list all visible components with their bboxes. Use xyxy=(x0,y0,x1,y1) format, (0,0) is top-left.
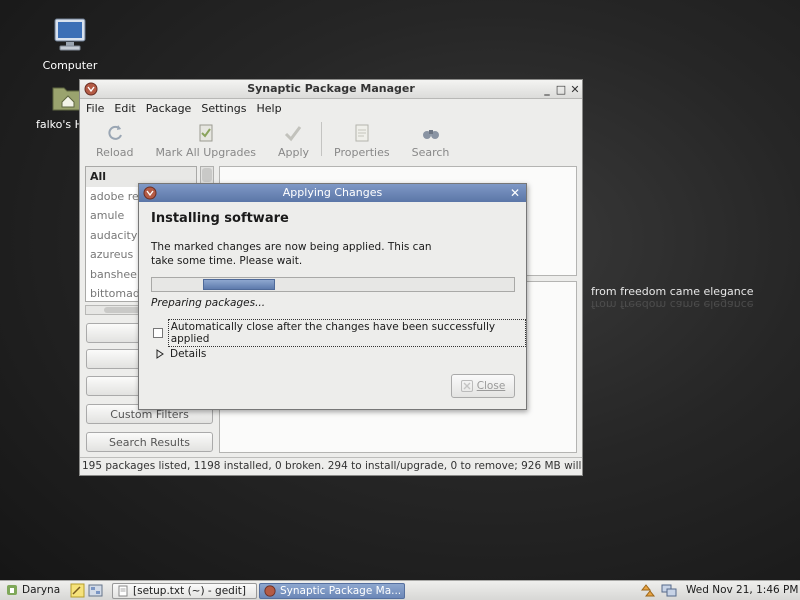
taskbar-item-synaptic[interactable]: Synaptic Package Ma... xyxy=(259,583,405,599)
mark-upgrades-icon xyxy=(155,122,256,144)
minimize-button[interactable]: _ xyxy=(540,81,554,99)
menu-file[interactable]: File xyxy=(86,102,104,115)
progress-status: Preparing packages... xyxy=(151,297,266,309)
notes-launcher-icon[interactable] xyxy=(70,583,85,600)
auto-close-checkbox[interactable] xyxy=(153,328,163,338)
close-icon xyxy=(460,380,473,392)
close-window-button[interactable]: ✕ xyxy=(568,81,582,99)
menu-edit[interactable]: Edit xyxy=(114,102,135,115)
close-button[interactable]: Close xyxy=(451,374,515,398)
synaptic-app-icon xyxy=(264,585,276,597)
network-icon[interactable] xyxy=(661,583,677,600)
search-button[interactable]: Search xyxy=(411,122,450,159)
main-menu-label: Daryna xyxy=(22,584,61,596)
text-editor-icon xyxy=(118,585,128,597)
binoculars-icon xyxy=(412,122,450,144)
mark-all-upgrades-button[interactable]: Mark All Upgrades xyxy=(155,122,256,159)
applying-changes-dialog: Applying Changes ✕ Installing software T… xyxy=(138,183,527,410)
details-expander[interactable]: Details xyxy=(155,348,206,360)
synaptic-app-icon xyxy=(143,186,157,206)
details-label: Details xyxy=(170,348,207,360)
expander-triangle-icon xyxy=(156,349,164,359)
dialog-heading: Installing software xyxy=(151,211,289,226)
maximize-button[interactable]: □ xyxy=(554,81,568,99)
desktop-icon-label: Computer xyxy=(42,59,98,72)
menu-package[interactable]: Package xyxy=(146,102,192,115)
auto-close-option[interactable]: Automatically close after the changes ha… xyxy=(153,319,526,347)
wallpaper-tagline: from freedom came elegance xyxy=(591,285,754,298)
progress-bar xyxy=(151,277,515,292)
toolbar-separator xyxy=(321,122,323,156)
dialog-title: Applying Changes xyxy=(282,186,383,199)
reload-button[interactable]: Reload xyxy=(96,122,133,159)
search-label: Search xyxy=(411,146,450,159)
show-desktop-icon[interactable] xyxy=(88,583,103,600)
apply-label: Apply xyxy=(277,146,310,159)
bottom-panel: Daryna [setup.txt (~) - gedit] Synaptic … xyxy=(0,580,800,600)
properties-button[interactable]: Properties xyxy=(334,122,390,159)
mark-all-label: Mark All Upgrades xyxy=(155,146,256,159)
computer-icon xyxy=(30,17,110,56)
menu-logo-icon xyxy=(7,585,17,595)
properties-icon xyxy=(334,122,390,144)
close-label: Close xyxy=(476,380,506,392)
reload-icon xyxy=(96,122,133,144)
dialog-close-icon[interactable]: ✕ xyxy=(510,184,520,202)
search-results-button[interactable]: Search Results xyxy=(86,432,213,452)
progress-bar-fill xyxy=(203,279,275,290)
panel-clock[interactable]: Wed Nov 21, 1:46 PM xyxy=(686,584,798,596)
main-menu-button[interactable]: Daryna xyxy=(6,584,60,596)
statusbar: 195 packages listed, 1198 installed, 0 b… xyxy=(80,457,582,475)
taskbar-item-gedit[interactable]: [setup.txt (~) - gedit] xyxy=(112,583,257,599)
reload-label: Reload xyxy=(96,146,134,159)
properties-label: Properties xyxy=(334,146,390,159)
taskbar-item-label: Synaptic Package Ma... xyxy=(280,585,402,597)
update-notifier-icon[interactable] xyxy=(640,583,656,600)
dialog-titlebar[interactable]: Applying Changes ✕ xyxy=(139,184,526,202)
synaptic-app-icon xyxy=(84,82,98,102)
window-title: Synaptic Package Manager xyxy=(247,82,415,95)
menu-help[interactable]: Help xyxy=(256,102,281,115)
desktop-icon-computer[interactable]: Computer xyxy=(30,17,110,72)
auto-close-label[interactable]: Automatically close after the changes ha… xyxy=(167,319,526,347)
taskbar-item-label: [setup.txt (~) - gedit] xyxy=(133,585,246,597)
apply-button[interactable]: Apply xyxy=(278,122,309,159)
apply-check-icon xyxy=(278,122,309,144)
toolbar: Reload Mark All Upgrades Apply Propertie… xyxy=(80,118,582,162)
menu-settings[interactable]: Settings xyxy=(201,102,246,115)
menubar: File Edit Package Settings Help xyxy=(80,99,582,118)
window-titlebar[interactable]: Synaptic Package Manager _ □ ✕ xyxy=(80,80,582,99)
scrollbar-thumb[interactable] xyxy=(202,168,212,182)
dialog-message: The marked changes are now being applied… xyxy=(151,241,432,267)
wallpaper-tagline-reflection: from freedom came elegance xyxy=(591,298,754,311)
